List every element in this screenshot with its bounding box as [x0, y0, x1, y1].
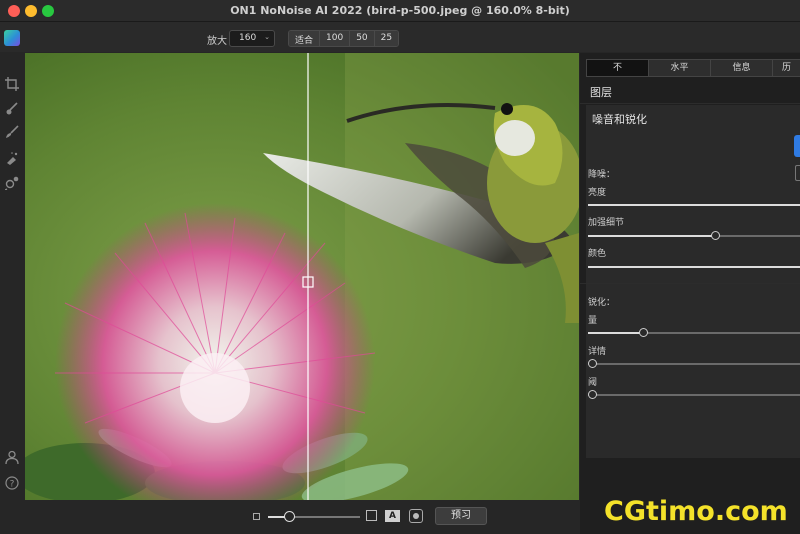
app-window: ON1 NoNoise AI 2022 (bird-p-500.jpeg @ 1… — [0, 0, 800, 534]
noise-sharpen-section: 噪音和锐化 降噪： 亮度 加强细节 颜色 锐化： 量 详情 阈 — [580, 105, 800, 458]
details-slider-track[interactable] — [588, 363, 800, 365]
bottom-bar: A 预习 — [24, 500, 580, 534]
zoom-out-icon[interactable] — [253, 513, 260, 520]
zoom-tool-icon[interactable] — [5, 176, 19, 190]
brush-icon[interactable] — [5, 102, 19, 116]
detail-label: 加强细节 — [588, 218, 625, 228]
zoom-50-button[interactable]: 50 — [350, 31, 375, 46]
tool-strip: ? — [0, 52, 24, 534]
luminance-slider-fill — [588, 204, 800, 206]
zoom-25-button[interactable]: 25 — [374, 31, 399, 46]
svg-text:?: ? — [10, 480, 15, 490]
help-icon[interactable]: ? — [5, 476, 19, 490]
luminance-label: 亮度 — [588, 188, 607, 198]
threshold-slider-knob[interactable] — [588, 390, 597, 399]
mask-toggle-icon[interactable] — [409, 509, 423, 523]
crop-icon[interactable] — [5, 77, 19, 91]
zoom-in-icon[interactable] — [366, 510, 377, 521]
user-icon[interactable] — [5, 450, 19, 464]
zoom-preset-group: 适合 100 50 25 — [288, 30, 400, 47]
watermark-logo: CGtimo.com — [604, 496, 788, 527]
compare-a-button[interactable]: A — [385, 510, 400, 522]
threshold-label: 阈 — [588, 378, 598, 388]
panel-divider — [580, 103, 800, 104]
layers-title[interactable]: 图层 — [590, 84, 612, 100]
amount-label: 量 — [588, 316, 598, 326]
amount-slider-fill — [588, 332, 644, 334]
section-divider — [580, 283, 800, 284]
window-title: ON1 NoNoise AI 2022 (bird-p-500.jpeg @ 1… — [230, 4, 570, 17]
sharpen-heading: 锐化： — [588, 298, 616, 308]
chevron-down-icon: ⌄ — [264, 33, 270, 41]
detail-slider-knob[interactable] — [710, 231, 720, 240]
color-label: 颜色 — [588, 249, 607, 259]
tab-info[interactable]: 信息 — [711, 60, 773, 76]
zoom-select[interactable]: 160 ⌄ — [229, 30, 275, 47]
details-label: 详情 — [588, 347, 607, 357]
right-panel: 不 水平 信息 历 图层 噪音和锐化 降噪： 亮度 加强细节 颜色 锐化： 量 — [580, 53, 800, 534]
zoom-value: 160 — [239, 33, 257, 43]
zoom-label: 放大 — [207, 36, 227, 47]
noise-reset-button[interactable] — [795, 165, 800, 181]
amount-slider-knob[interactable] — [638, 328, 648, 337]
zoom-100-button[interactable]: 100 — [320, 31, 351, 46]
tab-settings[interactable]: 不 — [587, 60, 649, 76]
panel-tabs: 不 水平 信息 历 — [586, 59, 800, 77]
image-canvas[interactable] — [25, 53, 579, 500]
color-slider-fill — [588, 266, 800, 268]
tab-history[interactable]: 历 — [773, 60, 800, 76]
photo-hummingbird-flower — [25, 53, 579, 500]
title-bar: ON1 NoNoise AI 2022 (bird-p-500.jpeg @ 1… — [0, 0, 800, 22]
zoom-fit-button[interactable]: 适合 — [289, 31, 321, 46]
app-logo-icon[interactable] — [4, 30, 20, 46]
section-title: 噪音和锐化 — [592, 113, 647, 126]
preview-button[interactable]: 预习 — [435, 507, 487, 525]
retouch-icon[interactable] — [5, 151, 19, 165]
pen-brush-icon[interactable] — [5, 125, 19, 139]
zoom-slider-knob[interactable] — [284, 511, 295, 522]
threshold-slider-track[interactable] — [588, 394, 800, 396]
top-toolbar: 放大 160 ⌄ 适合 100 50 25 — [0, 22, 800, 52]
noise-heading: 降噪： — [588, 170, 616, 180]
details-slider-knob[interactable] — [588, 359, 597, 368]
detail-slider-fill — [588, 235, 716, 237]
tab-levels[interactable]: 水平 — [649, 60, 711, 76]
section-toggle-button[interactable] — [794, 135, 800, 157]
